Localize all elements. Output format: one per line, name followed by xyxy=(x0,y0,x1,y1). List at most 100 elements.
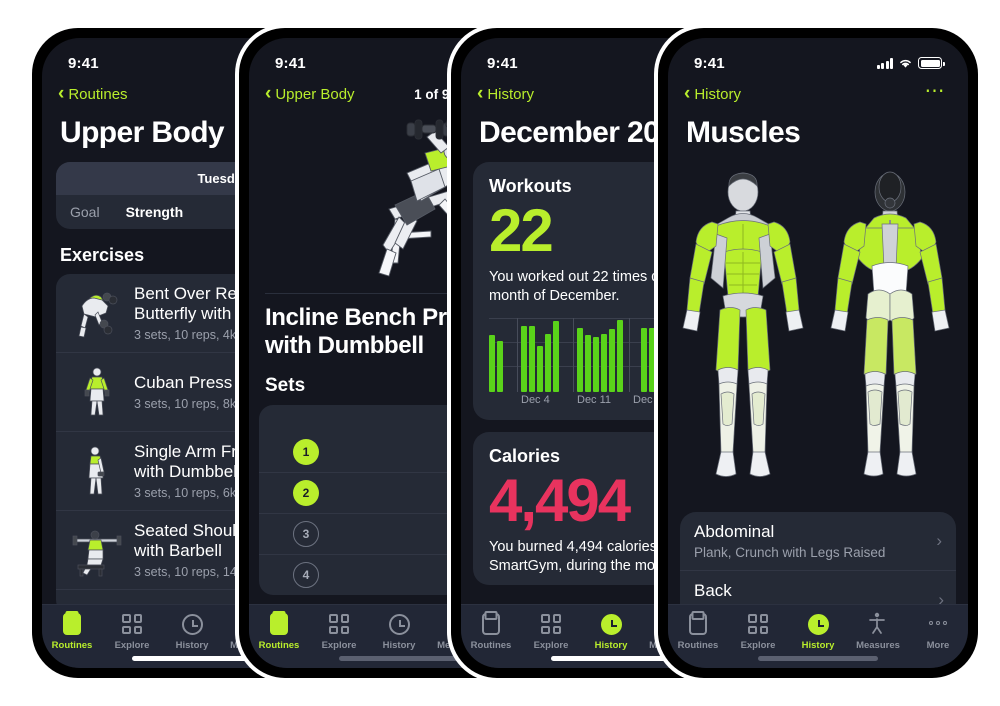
tab-explore[interactable]: Explore xyxy=(102,612,162,651)
tab-label: Measures xyxy=(856,640,900,651)
goal-label: Goal xyxy=(70,204,100,220)
back-button-history[interactable]: ‹ History xyxy=(477,82,534,104)
chart-bar xyxy=(521,326,527,392)
muscle-group-text: Abdominal Plank, Crunch with Legs Raised xyxy=(694,522,885,560)
clipboard-icon xyxy=(687,612,709,636)
set-number-badge[interactable]: 2 xyxy=(293,479,319,506)
tab-history[interactable]: History xyxy=(369,612,429,651)
chart-bar xyxy=(545,333,551,392)
exercise-thumbnail xyxy=(68,521,126,579)
ellipsis-icon[interactable]: ⋯ xyxy=(925,81,947,101)
chart-bar xyxy=(609,329,615,392)
status-clock: 9:41 xyxy=(487,54,518,72)
chart-bar xyxy=(489,335,495,392)
chevron-left-icon: ‹ xyxy=(684,82,691,104)
tab-label: Explore xyxy=(114,640,150,651)
back-button-routines[interactable]: ‹ Routines xyxy=(58,84,128,103)
chevron-left-icon: ‹ xyxy=(265,82,272,104)
muscle-group-exercises: Plank, Crunch with Legs Raised xyxy=(694,545,886,560)
x-tick-label: Dec 11 xyxy=(577,393,612,406)
page-title: Muscles xyxy=(686,116,801,149)
tab-label: History xyxy=(594,640,628,651)
tab-explore[interactable]: Explore xyxy=(521,612,581,651)
chart-bar xyxy=(553,321,559,392)
home-indicator xyxy=(758,656,878,661)
clipboard-icon xyxy=(61,612,83,636)
goal-value: Strength xyxy=(125,204,184,220)
tab-history[interactable]: History xyxy=(788,612,848,651)
chart-bar xyxy=(585,335,591,392)
back-label: Upper Body xyxy=(275,85,355,103)
battery-icon xyxy=(918,57,945,69)
screen-4: 9:41 ‹ History ⋯ Muscles Abdominal Plank… xyxy=(668,38,968,668)
tab-routines[interactable]: Routines xyxy=(42,612,102,651)
back-button-history[interactable]: ‹ History xyxy=(684,82,741,104)
clock-icon xyxy=(181,612,203,636)
back-button-upper-body[interactable]: ‹ Upper Body xyxy=(265,82,355,104)
tab-history[interactable]: History xyxy=(581,612,641,651)
grid-icon xyxy=(328,612,350,636)
tab-label: Explore xyxy=(321,640,357,651)
tab-label: Routines xyxy=(51,640,93,651)
tab-label: History xyxy=(801,640,835,651)
list-item[interactable]: Abdominal Plank, Crunch with Legs Raised… xyxy=(680,512,956,571)
muscle-group-name: Abdominal xyxy=(694,522,775,541)
tab-label: Explore xyxy=(533,640,569,651)
tab-history[interactable]: History xyxy=(162,612,222,651)
chart-bar xyxy=(593,336,599,392)
chart-bar xyxy=(577,327,583,392)
tab-explore[interactable]: Explore xyxy=(309,612,369,651)
tab-label: History xyxy=(175,640,209,651)
tab-explore[interactable]: Explore xyxy=(728,612,788,651)
tab-routines[interactable]: Routines xyxy=(668,612,728,651)
grid-icon xyxy=(121,612,143,636)
nav-bar: ‹ History ⋯ xyxy=(668,78,968,108)
exercise-thumbnail xyxy=(68,442,126,500)
exercise-counter: 1 of 9 xyxy=(414,86,450,102)
chart-bar xyxy=(601,333,607,392)
status-clock: 9:41 xyxy=(68,54,99,72)
tab-label: More xyxy=(926,640,950,651)
tab-label: Routines xyxy=(258,640,300,651)
chart-bar xyxy=(497,341,503,392)
tab-label: History xyxy=(382,640,416,651)
x-tick-label: Dec 4 xyxy=(521,393,550,406)
clipboard-icon xyxy=(268,612,290,636)
tab-routines[interactable]: Routines xyxy=(461,612,521,651)
home-indicator xyxy=(339,656,459,661)
back-label: History xyxy=(487,85,534,103)
back-label: Routines xyxy=(68,85,128,103)
status-clock: 9:41 xyxy=(694,54,725,72)
chevron-left-icon: ‹ xyxy=(477,82,484,104)
status-icons xyxy=(876,57,945,69)
tab-label: Routines xyxy=(677,640,719,651)
set-number-badge[interactable]: 1 xyxy=(293,438,319,465)
exercise-thumbnail xyxy=(68,284,126,342)
clock-icon xyxy=(807,612,829,636)
set-number-badge[interactable]: 4 xyxy=(293,561,319,588)
muscle-diagram xyxy=(668,162,968,512)
home-indicator xyxy=(132,656,252,661)
screenshot-stage: 9:41 ‹ Routines Upper Body Tuesday, Thur… xyxy=(0,0,1000,706)
cellular-bars-icon xyxy=(876,58,893,69)
clock-icon xyxy=(600,612,622,636)
exercise-thumbnail xyxy=(68,363,126,421)
status-clock: 9:41 xyxy=(275,54,306,72)
grid-icon xyxy=(747,612,769,636)
tab-more[interactable]: More xyxy=(908,612,968,651)
tab-measures[interactable]: Measures xyxy=(848,612,908,651)
chart-bar xyxy=(649,327,655,392)
tab-routines[interactable]: Routines xyxy=(249,612,309,651)
wifi-icon xyxy=(900,59,911,68)
status-bar: 9:41 xyxy=(668,38,968,78)
back-label: History xyxy=(694,85,741,103)
tab-label: Explore xyxy=(740,640,776,651)
phone-4-muscles: 9:41 ‹ History ⋯ Muscles Abdominal Plank… xyxy=(658,28,978,678)
chevron-right-icon: › xyxy=(936,531,942,550)
body-icon xyxy=(867,612,889,636)
home-indicator xyxy=(551,656,671,661)
chart-bar xyxy=(529,326,535,392)
muscle-group-name: Back xyxy=(694,581,732,600)
grid-icon xyxy=(540,612,562,636)
set-number-badge[interactable]: 3 xyxy=(293,520,319,547)
